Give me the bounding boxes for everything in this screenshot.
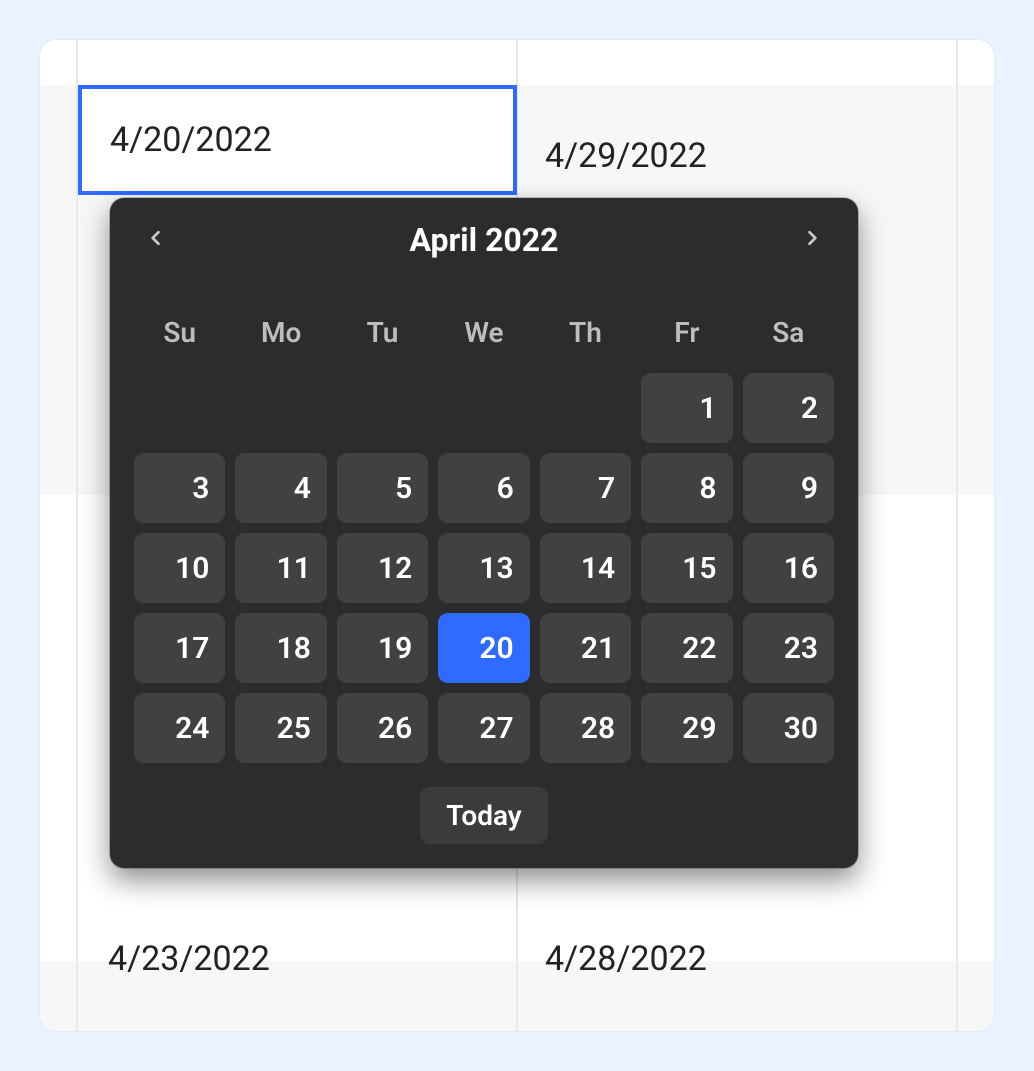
weekday-label: Su <box>134 310 225 373</box>
calendar-day[interactable]: 16 <box>743 533 834 603</box>
today-button[interactable]: Today <box>420 787 547 844</box>
calendar-day[interactable]: 8 <box>641 453 732 523</box>
calendar-day[interactable]: 14 <box>540 533 631 603</box>
calendar-week-row: 17181920212223 <box>134 613 834 683</box>
calendar-week-row: 10111213141516 <box>134 533 834 603</box>
calendar-day[interactable]: 28 <box>540 693 631 763</box>
prev-month-button[interactable] <box>136 220 176 260</box>
date-picker-header: April 2022 <box>130 220 838 268</box>
calendar-day[interactable]: 15 <box>641 533 732 603</box>
cell-bottom-right-value[interactable]: 4/28/2022 <box>545 939 707 979</box>
calendar-day[interactable]: 4 <box>235 453 326 523</box>
weekday-label: Sa <box>743 310 834 373</box>
today-row: Today <box>130 787 838 844</box>
active-cell[interactable]: 4/20/2022 <box>78 85 517 195</box>
calendar-day[interactable]: 5 <box>337 453 428 523</box>
calendar-day[interactable]: 17 <box>134 613 225 683</box>
calendar-day[interactable]: 23 <box>743 613 834 683</box>
calendar-day[interactable]: 30 <box>743 693 834 763</box>
calendar-day[interactable]: 11 <box>235 533 326 603</box>
spreadsheet-panel: 4/20/2022 4/29/2022 4/23/2022 4/28/2022 … <box>40 40 994 1031</box>
weekday-label: Mo <box>235 310 326 373</box>
calendar-day[interactable]: 22 <box>641 613 732 683</box>
calendar-day[interactable]: 7 <box>540 453 631 523</box>
calendar-day[interactable]: 18 <box>235 613 326 683</box>
calendar-day[interactable]: 26 <box>337 693 428 763</box>
calendar-day[interactable]: 19 <box>337 613 428 683</box>
calendar-day[interactable]: 9 <box>743 453 834 523</box>
calendar-week-row: 24252627282930 <box>134 693 834 763</box>
calendar-day[interactable]: 12 <box>337 533 428 603</box>
calendar-day[interactable]: 2 <box>743 373 834 443</box>
calendar-day[interactable]: 10 <box>134 533 225 603</box>
weekday-label: Tu <box>337 310 428 373</box>
calendar-day[interactable]: 21 <box>540 613 631 683</box>
weekday-label: Fr <box>641 310 732 373</box>
calendar-grid: 1234567891011121314151617181920212223242… <box>130 373 838 763</box>
date-picker-popover: April 2022 Su Mo Tu We Th Fr Sa 12345678… <box>110 198 858 868</box>
calendar-day[interactable]: 25 <box>235 693 326 763</box>
calendar-day[interactable]: 6 <box>438 453 529 523</box>
calendar-day[interactable]: 29 <box>641 693 732 763</box>
calendar-day[interactable]: 24 <box>134 693 225 763</box>
calendar-day[interactable]: 1 <box>641 373 732 443</box>
weekday-label: We <box>438 310 529 373</box>
month-year-label[interactable]: April 2022 <box>409 221 558 259</box>
calendar-day-empty <box>540 373 631 443</box>
calendar-week-row: 3456789 <box>134 453 834 523</box>
weekday-label: Th <box>540 310 631 373</box>
calendar-day[interactable]: 27 <box>438 693 529 763</box>
calendar-day-empty <box>235 373 326 443</box>
chevron-left-icon <box>146 223 166 257</box>
chevron-right-icon <box>802 223 822 257</box>
active-cell-value: 4/20/2022 <box>110 120 272 160</box>
calendar-day[interactable]: 13 <box>438 533 529 603</box>
calendar-day-empty <box>438 373 529 443</box>
gridline-right <box>956 40 958 1031</box>
next-month-button[interactable] <box>792 220 832 260</box>
calendar-day-empty <box>337 373 428 443</box>
calendar-day[interactable]: 3 <box>134 453 225 523</box>
calendar-week-row: 12 <box>134 373 834 443</box>
calendar-day-empty <box>134 373 225 443</box>
calendar-day-selected[interactable]: 20 <box>438 613 529 683</box>
cell-right-value[interactable]: 4/29/2022 <box>545 136 707 176</box>
weekday-header-row: Su Mo Tu We Th Fr Sa <box>130 310 838 373</box>
cell-bottom-left-value[interactable]: 4/23/2022 <box>108 939 270 979</box>
